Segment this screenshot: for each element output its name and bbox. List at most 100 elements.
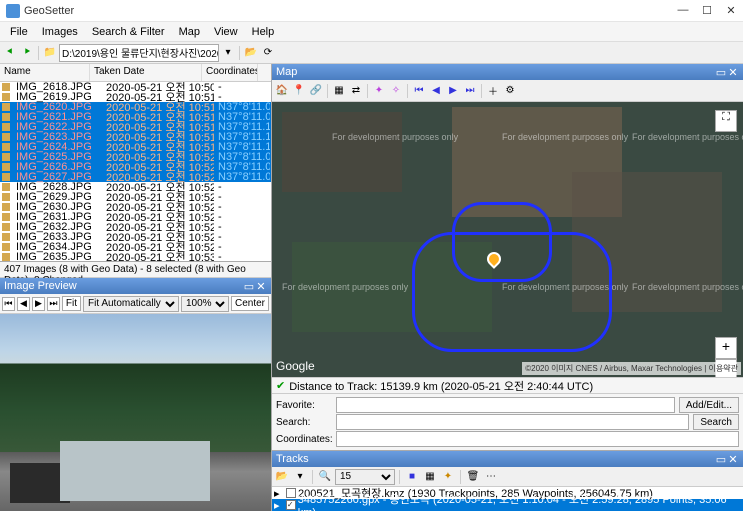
menubar: File Images Search & Filter Map View Hel… — [0, 22, 743, 42]
map-header: Map ▭ ✕ — [272, 64, 743, 80]
file-list: Name Taken Date Coordinates IMG_2618.JPG… — [0, 64, 271, 262]
map-close-icon[interactable]: ✕ — [727, 66, 739, 79]
folder-icon[interactable]: 📁 — [42, 45, 58, 61]
tracks-title: Tracks — [276, 453, 309, 465]
map-title: Map — [276, 66, 297, 78]
list-body[interactable]: IMG_2618.JPG2020-05-21 오전 10:50:03-IMG_2… — [0, 82, 271, 261]
col-date[interactable]: Taken Date — [90, 64, 202, 81]
window-controls: — ☐ ✕ — [677, 4, 737, 17]
map-home-icon[interactable]: 🏠 — [274, 83, 290, 99]
close-button[interactable]: ✕ — [725, 4, 737, 17]
track-list[interactable]: ▸200521_모곡현장.kmz (1930 Trackpoints, 285 … — [272, 487, 743, 511]
col-name[interactable]: Name — [0, 64, 90, 81]
track-more-icon[interactable]: ⋯ — [483, 469, 499, 485]
file-icon — [2, 173, 10, 181]
track-marker-icon[interactable]: ✦ — [440, 469, 456, 485]
list-header: Name Taken Date Coordinates — [0, 64, 271, 82]
map-settings-icon[interactable]: ⚙ — [502, 83, 518, 99]
menu-help[interactable]: Help — [246, 24, 281, 40]
search-label: Search: — [276, 417, 332, 428]
preview-toolbar: ⏮ ◀ ▶ ⏭ Fit Fit Automatically 100% Cente… — [0, 294, 271, 314]
file-icon — [2, 213, 10, 221]
track-style-icon[interactable]: ▦ — [422, 469, 438, 485]
preview-close-icon[interactable]: ✕ — [255, 280, 267, 293]
track-zoom-icon[interactable]: 🔍 — [317, 469, 333, 485]
fullscreen-button[interactable]: ⛶ — [715, 110, 737, 132]
addedit-button[interactable]: Add/Edit... — [679, 397, 739, 413]
favorite-input[interactable] — [336, 397, 675, 413]
file-icon — [2, 223, 10, 231]
map-sync-icon[interactable]: ⇄ — [348, 83, 364, 99]
track-delete-icon[interactable]: 🗑 — [465, 469, 481, 485]
track-down-icon[interactable]: ▾ — [292, 469, 308, 485]
menu-file[interactable]: File — [4, 24, 34, 40]
tracks-min-icon[interactable]: ▭ — [715, 453, 727, 466]
map-add-icon[interactable]: ＋ — [485, 83, 501, 99]
preview-header: Image Preview ▭ ✕ — [0, 278, 271, 294]
file-name: IMG_2635.JPG — [12, 251, 102, 261]
tracks-header: Tracks ▭ ✕ — [272, 451, 743, 467]
center-button[interactable]: Center — [231, 296, 269, 311]
search-button[interactable]: Search — [693, 414, 739, 430]
search-input[interactable] — [336, 414, 689, 430]
map-view[interactable]: For development purposes only For develo… — [272, 102, 743, 377]
menu-map[interactable]: Map — [173, 24, 206, 40]
search-panel: Favorite: Add/Edit... Search: Search Coo… — [272, 393, 743, 450]
map-waypoint-icon[interactable]: ✧ — [388, 83, 404, 99]
col-coords[interactable]: Coordinates — [202, 64, 258, 81]
first-button[interactable]: ⏮ — [2, 297, 15, 311]
track-color-icon[interactable]: ■ — [404, 469, 420, 485]
open-folder-button[interactable]: 📂 — [243, 45, 259, 61]
expand-icon[interactable]: ▸ — [274, 499, 284, 511]
file-icon — [2, 233, 10, 241]
maximize-button[interactable]: ☐ — [701, 4, 713, 17]
track-open-icon[interactable]: 📂 — [274, 469, 290, 485]
fit-mode-select[interactable]: Fit Automatically — [83, 296, 179, 312]
map-last-icon[interactable]: ⏭ — [462, 83, 478, 99]
zoom-select[interactable]: 100% — [181, 296, 229, 312]
path-dropdown-icon[interactable]: ▾ — [220, 45, 236, 61]
map-next-icon[interactable]: ▶ — [445, 83, 461, 99]
path-input[interactable]: D:\2019\용인 물류단지\현장사진\20200521 — [59, 44, 219, 62]
left-pane: Name Taken Date Coordinates IMG_2618.JPG… — [0, 64, 272, 511]
track-checkbox[interactable] — [286, 488, 296, 498]
track-row[interactable]: ▸3485752260.gpx - 용인모곡 (2020-05-21, 오전 1… — [272, 499, 743, 511]
file-icon — [2, 133, 10, 141]
file-coord: - — [214, 251, 270, 261]
menu-search-filter[interactable]: Search & Filter — [86, 24, 171, 40]
menu-view[interactable]: View — [208, 24, 244, 40]
dev-watermark: For development purposes only — [332, 132, 458, 142]
preview-min-icon[interactable]: ▭ — [243, 280, 255, 293]
file-icon — [2, 163, 10, 171]
coord-input[interactable] — [336, 431, 739, 447]
file-icon — [2, 83, 10, 91]
map-prev-icon[interactable]: ◀ — [428, 83, 444, 99]
next-button[interactable]: ▶ — [32, 297, 45, 311]
minimize-button[interactable]: — — [677, 4, 689, 17]
distance-check-icon[interactable]: ✔ — [276, 379, 285, 392]
map-min-icon[interactable]: ▭ — [715, 66, 727, 79]
file-date: 2020-05-21 오전 10:53:33 — [102, 259, 214, 261]
track-limit-select[interactable]: 15 — [335, 469, 395, 485]
map-track-icon[interactable]: ✦ — [371, 83, 387, 99]
map-layers-icon[interactable]: ▦ — [331, 83, 347, 99]
prev-button[interactable]: ◀ — [17, 297, 30, 311]
map-marker-icon[interactable]: 📍 — [291, 83, 307, 99]
back-button[interactable]: ⯇ — [2, 45, 18, 61]
map-first-icon[interactable]: ⏮ — [411, 83, 427, 99]
map-link-icon[interactable]: 🔗 — [308, 83, 324, 99]
file-icon — [2, 143, 10, 151]
zoom-in-button[interactable]: + — [715, 337, 737, 359]
file-icon — [2, 153, 10, 161]
main-toolbar: ⯇ ⯈ 📁 D:\2019\용인 물류단지\현장사진\20200521 ▾ 📂 … — [0, 42, 743, 64]
track-checkbox[interactable] — [286, 500, 296, 510]
app-icon — [6, 4, 20, 18]
tracks-pane: Tracks ▭ ✕ 📂 ▾ 🔍 15 ■ ▦ ✦ 🗑 ⋯ ▸200521_모곡… — [272, 450, 743, 511]
file-icon — [2, 183, 10, 191]
menu-images[interactable]: Images — [36, 24, 84, 40]
tracks-close-icon[interactable]: ✕ — [727, 453, 739, 466]
forward-button[interactable]: ⯈ — [19, 45, 35, 61]
refresh-button[interactable]: ⟳ — [260, 45, 276, 61]
last-button[interactable]: ⏭ — [47, 297, 60, 311]
map-toolbar: 🏠 📍 🔗 ▦ ⇄ ✦ ✧ ⏮ ◀ ▶ ⏭ ＋ ⚙ — [272, 80, 743, 102]
